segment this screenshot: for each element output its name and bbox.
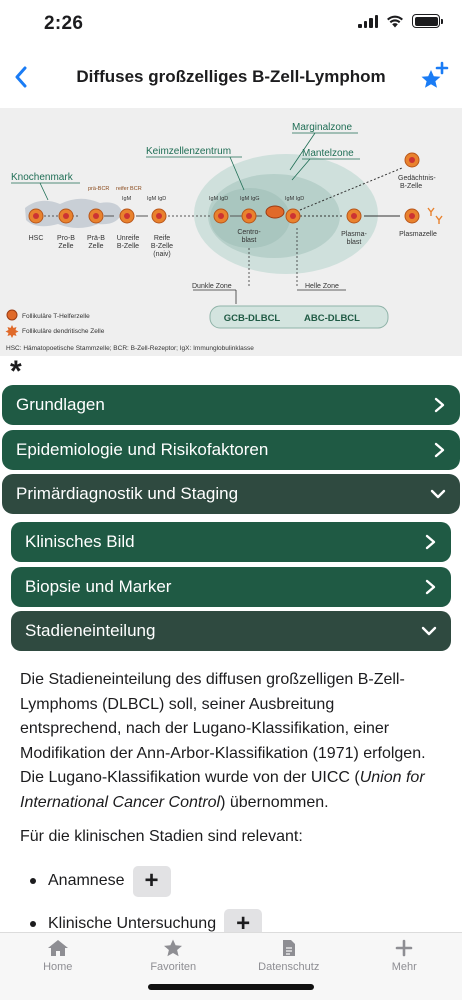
subsection-klinisches-bild[interactable]: Klinisches Bild bbox=[11, 522, 451, 562]
list-item-label: Anamnese bbox=[48, 871, 125, 889]
label-abc-dlbcl: ABC-DLBCL bbox=[304, 313, 360, 324]
paragraph-text: ) übernommen. bbox=[220, 793, 329, 811]
label-igm-igd-1: IgM IgD bbox=[147, 196, 166, 202]
wifi-icon bbox=[387, 15, 403, 28]
section-label: Grundlagen bbox=[16, 395, 105, 414]
label-reife-3: (naiv) bbox=[153, 251, 171, 258]
label-igm-igg: IgM IgG bbox=[240, 196, 260, 202]
label-centro-1: Centro- bbox=[237, 229, 261, 236]
subsection-label: Stadieneinteilung bbox=[25, 621, 156, 640]
label-gedaechtnis-2: B-Zelle bbox=[400, 183, 422, 190]
section-epidemiologie[interactable]: Epidemiologie und Risikofaktoren bbox=[2, 430, 460, 470]
tab-label: Mehr bbox=[391, 961, 417, 973]
label-reifer-bcr: reifer BCR bbox=[116, 186, 142, 192]
label-prae-bcr: prä-BCR bbox=[88, 186, 109, 192]
section-label: Primärdiagnostik und Staging bbox=[16, 484, 239, 503]
status-bar: 2:26 bbox=[0, 0, 462, 50]
navigation-bar: Diffuses großzelliges B-Zell-Lymphom bbox=[0, 52, 462, 104]
tab-home[interactable]: Home bbox=[0, 933, 116, 1000]
back-button[interactable] bbox=[6, 62, 36, 92]
status-time: 2:26 bbox=[44, 13, 84, 34]
chevron-right-icon bbox=[434, 442, 445, 458]
label-hsc: HSC bbox=[29, 235, 44, 242]
paragraph-relevant: Für die klinischen Stadien sind relevant… bbox=[20, 828, 303, 845]
label-centro-2: blast bbox=[242, 237, 257, 244]
antibody-marks bbox=[427, 207, 443, 224]
label-igm-igd-2: IgM IgD bbox=[209, 196, 228, 202]
label-reife-2: B-Zelle bbox=[151, 243, 173, 250]
label-helle-zone: Helle Zone bbox=[305, 283, 339, 290]
label-gedaechtnis: Gedächtnis- bbox=[398, 175, 436, 182]
tab-label: Home bbox=[43, 961, 73, 973]
status-icons bbox=[358, 14, 443, 28]
label-igm-igd-3: IgM IgD bbox=[285, 196, 304, 202]
label-knochenmark: Knochenmark bbox=[11, 172, 74, 183]
legend-t-helper-icon bbox=[6, 309, 18, 321]
label-plasma-1: Plasma- bbox=[341, 231, 367, 238]
chevron-down-icon bbox=[421, 626, 437, 636]
b-cell-development-diagram: Marginalzone Keimzellenzentrum Mantelzon… bbox=[0, 108, 462, 356]
figure-footnote: HSC: Hämatopoetische Stammzelle; BCR: B-… bbox=[6, 345, 254, 352]
label-prob-2: Zelle bbox=[58, 243, 73, 250]
label-reife-1: Reife bbox=[154, 235, 170, 242]
legend-dendritic: Follikuläre dendritische Zelle bbox=[22, 328, 105, 335]
tab-label: Favoriten bbox=[150, 961, 197, 973]
battery-icon bbox=[412, 14, 443, 28]
chevron-left-icon bbox=[15, 66, 27, 88]
label-keimzentrum: Keimzellenzentrum bbox=[146, 146, 231, 157]
label-mantelzone: Mantelzone bbox=[302, 148, 354, 159]
label-unreife-2: B-Zelle bbox=[117, 243, 139, 250]
label-praeb-1: Prä-B bbox=[87, 235, 105, 242]
expand-button[interactable]: + bbox=[132, 865, 171, 897]
chevron-right-icon bbox=[425, 579, 436, 595]
label-praeb-2: Zelle bbox=[88, 243, 103, 250]
label-marginalzone: Marginalzone bbox=[292, 122, 352, 133]
stadieneinteilung-content: Die Stadieneinteilung des diffusen großz… bbox=[20, 668, 440, 946]
legend-dendritic-icon bbox=[5, 325, 19, 338]
chevron-right-icon bbox=[425, 534, 436, 550]
label-dunkle-zone: Dunkle Zone bbox=[192, 283, 232, 290]
subsection-stadieneinteilung[interactable]: Stadieneinteilung bbox=[11, 611, 451, 651]
section-label: Epidemiologie und Risikofaktoren bbox=[16, 440, 269, 459]
tab-label: Datenschutz bbox=[258, 961, 320, 973]
label-plasmazelle: Plasmazelle bbox=[399, 231, 437, 238]
house-icon bbox=[47, 940, 68, 956]
chevron-down-icon bbox=[430, 489, 446, 499]
add-favorite-button[interactable] bbox=[418, 60, 450, 92]
star-icon bbox=[164, 939, 183, 957]
document-icon bbox=[282, 940, 295, 956]
t-helper-cell bbox=[265, 205, 285, 219]
tab-mehr[interactable]: Mehr bbox=[347, 933, 462, 1000]
home-indicator[interactable] bbox=[148, 984, 314, 990]
legend-t-helper: Follikuläre T-Helferzelle bbox=[22, 313, 90, 320]
page-title: Diffuses großzelliges B-Zell-Lymphom bbox=[76, 67, 386, 86]
subsection-label: Biopsie und Marker bbox=[25, 577, 172, 596]
star-plus-icon bbox=[421, 61, 449, 88]
section-primaerdiagnostik[interactable]: Primärdiagnostik und Staging bbox=[2, 474, 460, 514]
asterisk-marker: * bbox=[10, 355, 22, 388]
subsection-biopsie[interactable]: Biopsie und Marker bbox=[11, 567, 451, 607]
label-plasma-2: blast bbox=[347, 239, 362, 246]
label-gcb-dlbcl: GCB-DLBCL bbox=[224, 313, 281, 324]
list-item: Anamnese + bbox=[20, 860, 440, 903]
chevron-right-icon bbox=[434, 397, 445, 413]
paragraph-intro: Die Stadieneinteilung des diffusen großz… bbox=[20, 668, 440, 815]
label-igm: IgM bbox=[122, 196, 132, 202]
subsection-label: Klinisches Bild bbox=[25, 532, 135, 551]
cellular-signal-icon bbox=[358, 14, 378, 28]
plus-icon bbox=[395, 939, 413, 957]
label-unreife-1: Unreife bbox=[117, 235, 140, 242]
section-grundlagen[interactable]: Grundlagen bbox=[2, 385, 460, 425]
label-prob-1: Pro-B bbox=[57, 235, 75, 242]
diagram-svg: Marginalzone Keimzellenzentrum Mantelzon… bbox=[5, 122, 443, 352]
